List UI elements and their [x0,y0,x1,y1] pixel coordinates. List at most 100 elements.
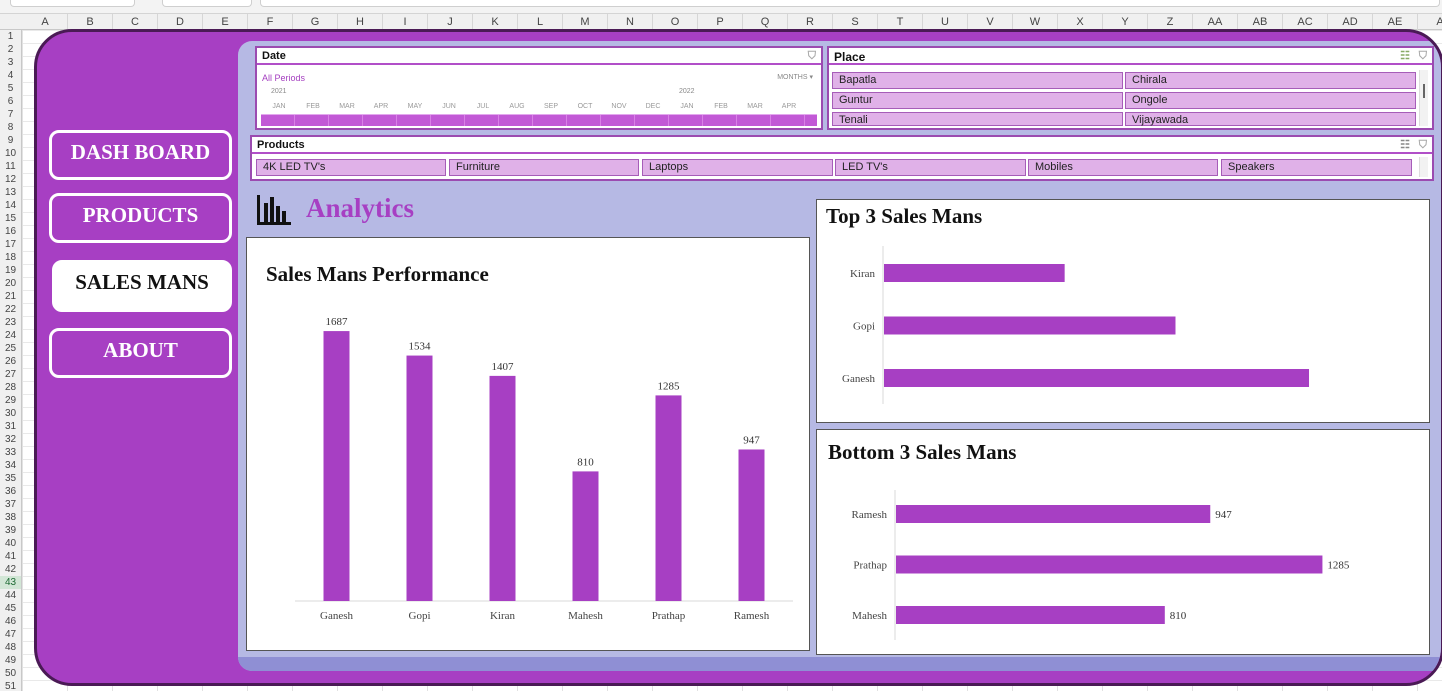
column-header[interactable]: K [473,14,518,30]
column-header[interactable]: H [338,14,383,30]
row-header[interactable]: 7 [0,108,21,121]
column-header[interactable]: T [878,14,923,30]
row-header[interactable]: 10 [0,147,21,160]
row-header[interactable]: 37 [0,498,21,511]
timeline-bar[interactable] [261,114,817,126]
row-header[interactable]: 29 [0,394,21,407]
row-header[interactable]: 11 [0,160,21,173]
name-box[interactable] [10,0,135,7]
month-label[interactable]: SEP [535,103,567,110]
column-header[interactable]: S [833,14,878,30]
product-tile-speakers[interactable]: Speakers [1221,159,1412,176]
row-header[interactable]: 26 [0,355,21,368]
nav-dashboard-button[interactable]: DASH BOARD [49,130,232,180]
month-label[interactable]: OCT [569,103,601,110]
month-label[interactable]: MAR [331,103,363,110]
column-header[interactable]: G [293,14,338,30]
column-header[interactable]: AB [1238,14,1283,30]
row-header[interactable]: 16 [0,225,21,238]
row-header[interactable]: 21 [0,290,21,303]
row-header[interactable]: 42 [0,563,21,576]
column-header[interactable]: I [383,14,428,30]
row-header[interactable]: 9 [0,134,21,147]
month-label[interactable]: FEB [297,103,329,110]
column-header[interactable]: AC [1283,14,1328,30]
month-label[interactable]: MAY [399,103,431,110]
column-header[interactable]: N [608,14,653,30]
place-tile-guntur[interactable]: Guntur [832,92,1123,109]
column-header[interactable]: W [1013,14,1058,30]
row-header[interactable]: 44 [0,589,21,602]
bottom3-chart[interactable]: Bottom 3 Sales Mans Ramesh 947 Prathap 1285… [816,429,1430,655]
multi-select-icon[interactable]: ☷ [1400,138,1410,151]
row-header[interactable]: 15 [0,212,21,225]
column-header[interactable]: Q [743,14,788,30]
month-label[interactable]: JAN [671,103,703,110]
place-tile-bapatla[interactable]: Bapatla [832,72,1123,89]
column-header[interactable]: A [23,14,68,30]
row-header[interactable]: 33 [0,446,21,459]
column-header[interactable]: J [428,14,473,30]
month-label[interactable]: FEB [705,103,737,110]
row-header[interactable]: 49 [0,654,21,667]
column-header[interactable]: AE [1373,14,1418,30]
nav-products-button[interactable]: PRODUCTS [49,193,232,243]
row-header[interactable]: 28 [0,381,21,394]
formula-input[interactable] [260,0,1440,7]
row-header[interactable]: 46 [0,615,21,628]
month-label[interactable]: APR [365,103,397,110]
month-label[interactable]: NOV [603,103,635,110]
column-header[interactable]: F [248,14,293,30]
row-header[interactable]: 12 [0,173,21,186]
row-header[interactable]: 32 [0,433,21,446]
row-header[interactable]: 45 [0,602,21,615]
column-header[interactable]: Y [1103,14,1148,30]
row-header[interactable]: 41 [0,550,21,563]
column-header[interactable]: P [698,14,743,30]
row-header[interactable]: 1 [0,30,21,43]
row-header[interactable]: 13 [0,186,21,199]
month-label[interactable]: JUN [433,103,465,110]
column-header[interactable]: L [518,14,563,30]
row-header[interactable]: 40 [0,537,21,550]
row-header[interactable]: 4 [0,69,21,82]
row-header[interactable]: 51 [0,680,21,691]
place-tile-tenali[interactable]: Tenali [832,112,1123,126]
column-header[interactable]: O [653,14,698,30]
top3-chart[interactable]: Top 3 Sales Mans Kiran Gopi Ganesh [816,199,1430,423]
row-header[interactable]: 34 [0,459,21,472]
row-header[interactable]: 17 [0,238,21,251]
column-header[interactable]: X [1058,14,1103,30]
row-header[interactable]: 39 [0,524,21,537]
column-header[interactable]: C [113,14,158,30]
column-header[interactable]: V [968,14,1013,30]
product-tile-4k-led-tvs[interactable]: 4K LED TV's [256,159,446,176]
row-header[interactable]: 5 [0,82,21,95]
column-header[interactable]: U [923,14,968,30]
row-header[interactable]: 50 [0,667,21,680]
products-slicer[interactable]: Products ☷ ⛉ 4K LED TV's Furniture Lapto… [250,135,1434,181]
clear-filter-icon[interactable]: ⛉ [1419,50,1427,63]
row-header[interactable]: 14 [0,199,21,212]
row-header[interactable]: 30 [0,407,21,420]
column-header[interactable]: AD [1328,14,1373,30]
product-tile-laptops[interactable]: Laptops [642,159,833,176]
row-header[interactable]: 2 [0,43,21,56]
place-tile-ongole[interactable]: Ongole [1125,92,1416,109]
product-tile-mobiles[interactable]: Mobiles [1028,159,1218,176]
nav-salesmans-button[interactable]: SALES MANS [52,260,232,312]
column-header[interactable]: Z [1148,14,1193,30]
column-header[interactable]: R [788,14,833,30]
column-header[interactable]: D [158,14,203,30]
granularity-dropdown[interactable]: MONTHS ▾ [777,73,813,81]
place-scrollbar[interactable] [1419,70,1428,126]
row-header[interactable]: 25 [0,342,21,355]
row-header[interactable]: 35 [0,472,21,485]
multi-select-icon[interactable]: ☷ [1400,49,1410,62]
month-label[interactable]: JUL [467,103,499,110]
column-header[interactable]: B [68,14,113,30]
row-header[interactable]: 31 [0,420,21,433]
row-header[interactable]: 38 [0,511,21,524]
column-header[interactable]: A [1418,14,1442,30]
row-header[interactable]: 3 [0,56,21,69]
